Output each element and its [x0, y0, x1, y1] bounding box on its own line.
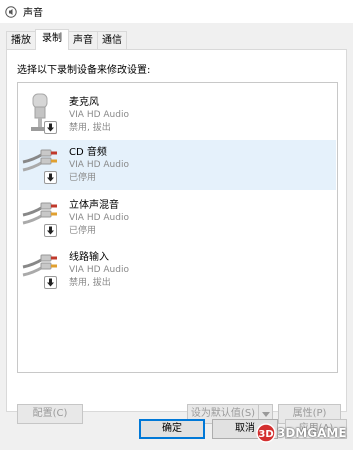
line-in-jack-icon [19, 140, 63, 190]
ok-button[interactable]: 确定 [139, 419, 205, 439]
tab-strip: 播放 录制 声音 通信 [6, 29, 127, 50]
tab-communications[interactable]: 通信 [97, 31, 127, 50]
microphone-icon [19, 90, 63, 140]
device-driver: VIA HD Audio [69, 265, 129, 275]
down-arrow-icon [44, 171, 57, 184]
device-name: 麦克风 [69, 97, 99, 108]
device-name: 线路输入 [69, 252, 109, 263]
device-driver: VIA HD Audio [69, 160, 129, 170]
device-item-line-in[interactable]: 线路输入 VIA HD Audio 禁用, 拔出 [19, 245, 336, 295]
watermark-text: 3DMGAME [277, 426, 347, 440]
window-title: 声音 [23, 8, 43, 19]
title-bar: 声音 [0, 0, 353, 23]
device-item-stereo-mix[interactable]: 立体声混音 VIA HD Audio 已停用 [19, 193, 336, 243]
tab-playback[interactable]: 播放 [6, 31, 36, 50]
device-status: 已停用 [69, 226, 97, 236]
tab-sounds[interactable]: 声音 [68, 31, 98, 50]
line-in-jack-icon [19, 193, 63, 243]
device-name: 立体声混音 [69, 200, 119, 211]
line-in-jack-icon [19, 245, 63, 295]
device-driver: VIA HD Audio [69, 213, 129, 223]
device-list[interactable]: 麦克风 VIA HD Audio 禁用, 拔出 CD 音频 VIA HD Aud… [17, 82, 338, 373]
recording-panel: 选择以下录制设备来修改设置: 麦克风 VIA HD Audio 禁用, 拔出 C… [6, 49, 347, 424]
device-status: 禁用, 拔出 [69, 123, 111, 133]
svg-text:3D: 3D [258, 429, 273, 440]
device-item-microphone[interactable]: 麦克风 VIA HD Audio 禁用, 拔出 [19, 90, 336, 140]
instruction-text: 选择以下录制设备来修改设置: [17, 65, 151, 76]
device-name: CD 音频 [69, 147, 107, 158]
watermark: 3D 3DMGAME [255, 420, 351, 446]
down-arrow-icon [44, 121, 57, 134]
sound-dialog: 播放 录制 声音 通信 选择以下录制设备来修改设置: 麦克风 VIA HD Au… [0, 23, 353, 450]
speaker-icon [5, 5, 17, 18]
device-driver: VIA HD Audio [69, 110, 129, 120]
down-arrow-icon [44, 276, 57, 289]
device-item-cd-audio[interactable]: CD 音频 VIA HD Audio 已停用 [19, 140, 336, 190]
down-arrow-icon [44, 224, 57, 237]
device-status: 禁用, 拔出 [69, 278, 111, 288]
device-status: 已停用 [69, 173, 97, 183]
configure-button[interactable]: 配置(C) [17, 404, 83, 424]
tab-recording[interactable]: 录制 [35, 29, 69, 50]
watermark-logo-icon: 3D [256, 423, 276, 443]
